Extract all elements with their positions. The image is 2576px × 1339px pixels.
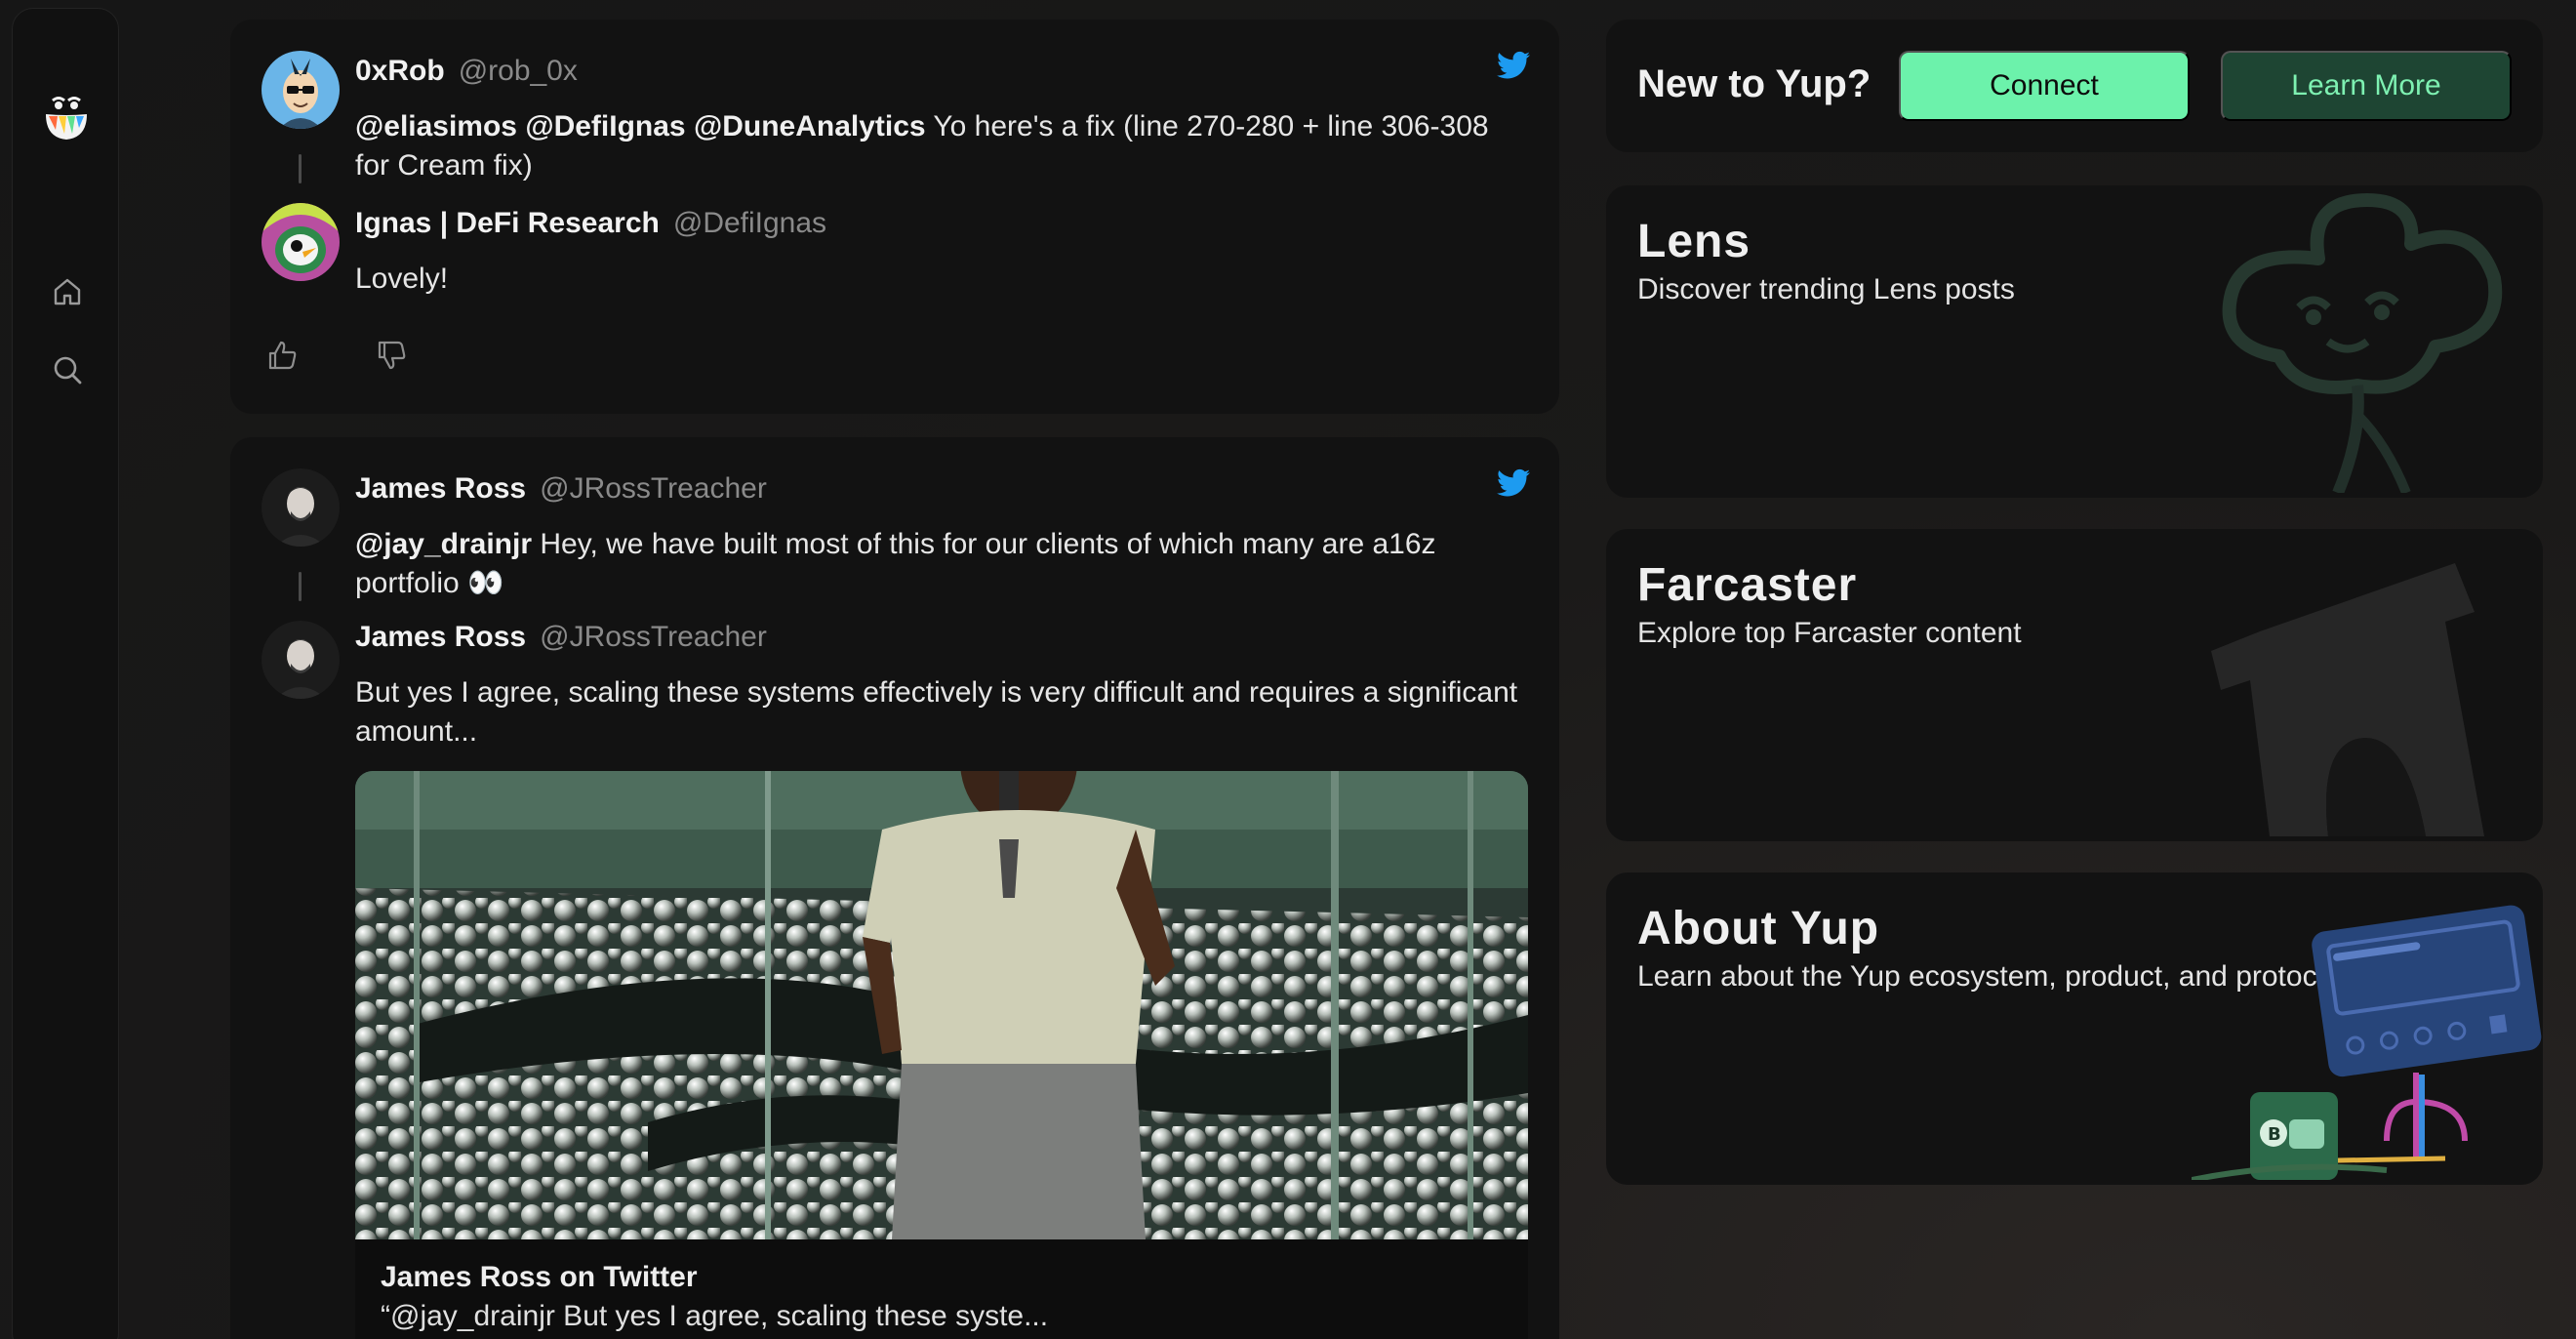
avatar[interactable] [262,51,340,129]
signup-title: New to Yup? [1637,62,1872,105]
author-name[interactable]: James Ross [355,621,526,653]
feed-post[interactable]: James Ross @JRossTreacher @jay_drainjr He… [230,437,1559,1339]
thread-connector [299,572,302,601]
lens-clover-icon [2192,185,2543,498]
post-text: @eliasimos @DefiIgnas @DuneAnalytics Yo … [355,107,1526,185]
feature-subtitle: Explore top Farcaster content [1637,617,2022,649]
feature-title: Lens [1637,216,1751,267]
link-preview-title: James Ross on Twitter [381,1261,698,1293]
yup-app-illustration: B [2191,872,2543,1185]
reply-author: Ignas | DeFi Research @DefiIgnas [355,207,826,240]
author-handle[interactable]: @DefiIgnas [673,207,826,239]
author-handle[interactable]: @JRossTreacher [540,621,767,653]
farcaster-arch-icon [2192,529,2543,841]
feed-post[interactable]: 0xRob @rob_0x @eliasimos @DefiIgnas @Dune… [230,20,1559,414]
twitter-icon[interactable] [1497,468,1530,498]
avatar[interactable] [262,621,340,699]
author-handle[interactable]: @JRossTreacher [540,472,767,505]
author-name[interactable]: 0xRob [355,55,445,87]
post-author: James Ross @JRossTreacher [355,472,767,506]
reply-text: But yes I agree, scaling these systems e… [355,676,1518,748]
author-name[interactable]: James Ross [355,472,526,505]
author-name[interactable]: Ignas | DeFi Research [355,207,660,239]
lens-card[interactable]: Lens Discover trending Lens posts [1606,185,2543,498]
farcaster-card[interactable]: Farcaster Explore top Farcaster content [1606,529,2543,841]
thread-connector [299,154,302,183]
svg-text:B: B [2268,1124,2281,1145]
learn-more-button[interactable]: Learn More [2221,51,2512,121]
avatar[interactable] [262,203,340,281]
twitter-icon[interactable] [1497,51,1530,80]
post-mentions[interactable]: @eliasimos @DefiIgnas @DuneAnalytics [355,110,926,142]
sidebar [12,8,119,1339]
avatar[interactable] [262,468,340,547]
link-preview-quote: “@jay_drainjr But yes I agree, scaling t… [381,1300,1049,1332]
feature-subtitle: Discover trending Lens posts [1637,273,2015,305]
thumbs-down-icon[interactable] [375,338,410,373]
reply-author: James Ross @JRossTreacher [355,621,767,654]
search-icon[interactable] [48,350,87,389]
thumbs-up-icon[interactable] [265,338,301,373]
feature-title: Farcaster [1637,559,1858,611]
author-handle[interactable]: @rob_0x [459,55,578,87]
page: 0xRob @rob_0x @eliasimos @DefiIgnas @Dune… [0,0,2576,1339]
about-yup-card[interactable]: About Yup Learn about the Yup ecosystem,… [1606,872,2543,1185]
signup-panel: New to Yup? Connect Learn More [1606,20,2543,152]
media-image[interactable] [355,771,1528,1239]
post-author: 0xRob @rob_0x [355,55,578,88]
post-text: @jay_drainjr Hey, we have built most of … [355,525,1526,603]
feature-title: About Yup [1637,903,1880,954]
post-mentions[interactable]: @jay_drainjr [355,528,532,560]
link-preview[interactable]: James Ross on Twitter “@jay_drainjr But … [355,1239,1528,1339]
yup-logo-icon[interactable] [40,93,93,145]
connect-button[interactable]: Connect [1899,51,2190,121]
reply-text: Lovely! [355,263,449,295]
home-icon[interactable] [48,272,87,311]
